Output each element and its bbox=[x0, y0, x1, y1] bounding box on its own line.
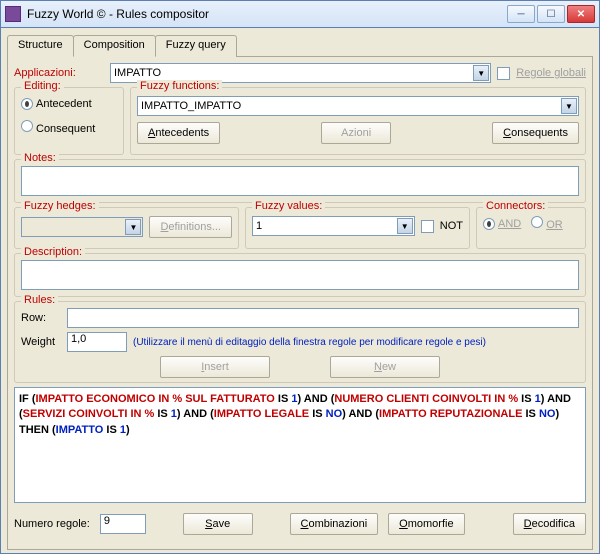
titlebar[interactable]: Fuzzy World © - Rules compositor ─ ☐ ✕ bbox=[0, 0, 600, 28]
chevron-down-icon[interactable]: ▼ bbox=[561, 98, 577, 114]
chevron-down-icon[interactable]: ▼ bbox=[397, 218, 413, 234]
and-radio: AND bbox=[483, 218, 521, 230]
definitions-button: Definitions... bbox=[149, 216, 232, 238]
fuzzy-functions-group-title: Fuzzy functions: bbox=[137, 80, 222, 92]
save-button[interactable]: Save bbox=[183, 513, 253, 535]
description-group-title: Description: bbox=[21, 246, 85, 258]
numero-regole-field[interactable]: 9 bbox=[100, 514, 146, 534]
tab-panel-composition: Applicazioni: IMPATTO ▼ Regole globali E… bbox=[7, 56, 593, 550]
weight-hint: (Utilizzare il menù di editaggio della f… bbox=[133, 337, 579, 348]
antecedent-radio[interactable]: Antecedent bbox=[21, 98, 117, 110]
regole-globali-checkbox[interactable] bbox=[497, 67, 510, 80]
fuzzy-values-group-title: Fuzzy values: bbox=[252, 200, 325, 212]
close-button[interactable]: ✕ bbox=[567, 5, 595, 23]
applicazioni-value: IMPATTO bbox=[114, 67, 161, 79]
new-button: New bbox=[330, 356, 440, 378]
omomorfie-button[interactable]: Omomorfie bbox=[388, 513, 464, 535]
regole-globali-label: Regole globali bbox=[516, 67, 586, 79]
description-field[interactable] bbox=[21, 260, 579, 290]
rules-group-title: Rules: bbox=[21, 294, 58, 306]
numero-regole-label: Numero regole: bbox=[14, 518, 90, 530]
fuzzy-hedges-group-title: Fuzzy hedges: bbox=[21, 200, 99, 212]
fuzzy-values-select[interactable]: 1 ▼ bbox=[252, 216, 415, 236]
tab-structure[interactable]: Structure bbox=[7, 35, 74, 57]
tab-composition[interactable]: Composition bbox=[73, 35, 156, 57]
fuzzy-functions-select[interactable]: IMPATTO_IMPATTO ▼ bbox=[137, 96, 579, 116]
connectors-group-title: Connectors: bbox=[483, 200, 548, 212]
fuzzy-values-value: 1 bbox=[256, 220, 262, 232]
or-radio: OR bbox=[531, 216, 563, 231]
insert-button: Insert bbox=[160, 356, 270, 378]
rules-textarea[interactable]: IF (IMPATTO ECONOMICO IN % SUL FATTURATO… bbox=[14, 387, 586, 503]
consequent-radio[interactable]: Consequent bbox=[21, 120, 117, 135]
consequents-button[interactable]: Consequents bbox=[492, 122, 579, 144]
tab-fuzzy-query[interactable]: Fuzzy query bbox=[155, 35, 237, 57]
combinazioni-button[interactable]: Combinazioni bbox=[290, 513, 379, 535]
notes-field[interactable] bbox=[21, 166, 579, 196]
azioni-button: Azioni bbox=[321, 122, 391, 144]
chevron-down-icon: ▼ bbox=[125, 219, 141, 235]
app-icon bbox=[5, 6, 21, 22]
weight-label: Weight bbox=[21, 336, 61, 348]
hedges-select: ▼ bbox=[21, 217, 143, 237]
fuzzy-functions-value: IMPATTO_IMPATTO bbox=[141, 100, 241, 112]
decodifica-button[interactable]: Decodifica bbox=[513, 513, 586, 535]
chevron-down-icon[interactable]: ▼ bbox=[473, 65, 489, 81]
antecedents-button[interactable]: Antecedents bbox=[137, 122, 220, 144]
minimize-button[interactable]: ─ bbox=[507, 5, 535, 23]
applicazioni-label: Applicazioni: bbox=[14, 67, 104, 79]
row-field[interactable] bbox=[67, 308, 579, 328]
not-checkbox[interactable] bbox=[421, 220, 434, 233]
not-label: NOT bbox=[440, 220, 463, 232]
row-label: Row: bbox=[21, 312, 61, 324]
window-title: Fuzzy World © - Rules compositor bbox=[27, 7, 507, 21]
weight-field[interactable]: 1,0 bbox=[67, 332, 127, 352]
editing-group-title: Editing: bbox=[21, 80, 64, 92]
maximize-button[interactable]: ☐ bbox=[537, 5, 565, 23]
notes-group-title: Notes: bbox=[21, 152, 59, 164]
